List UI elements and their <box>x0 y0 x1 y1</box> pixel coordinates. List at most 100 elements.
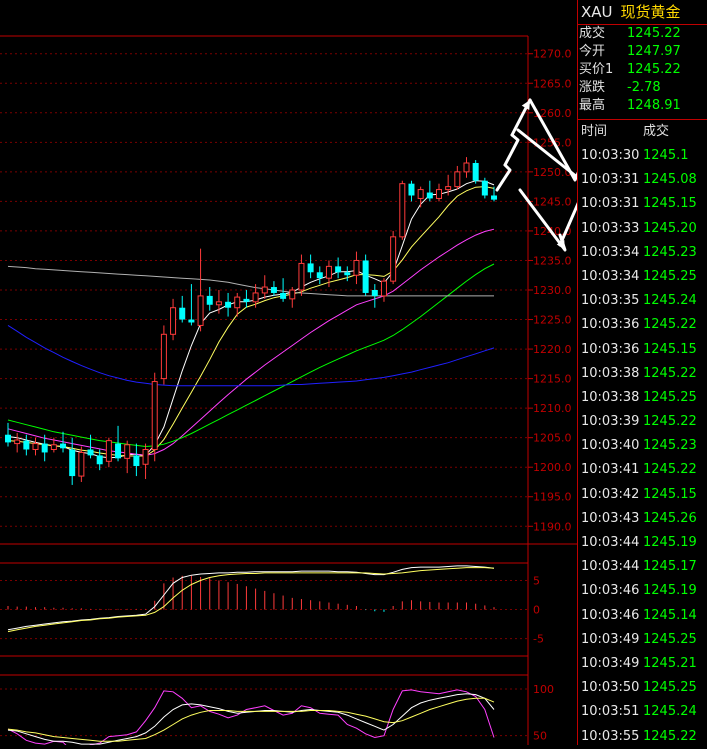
tick-price: 1245.08 <box>643 172 697 188</box>
y-tick-label: 1200.0 <box>533 461 572 474</box>
tick-row: 10:03:39 1245.22 <box>578 410 707 434</box>
tick-row: 10:03:34 1245.25 <box>578 265 707 289</box>
tick-list[interactable]: 10:03:30 1245.1 10:03:31 1245.08 10:03:31 124… <box>578 144 707 749</box>
tick-time: 10:03:36 <box>581 317 640 333</box>
macd-y-tick-label: 0 <box>533 604 540 617</box>
y-tick-label: 1205.0 <box>533 432 572 445</box>
candlestick-series[interactable] <box>5 157 498 485</box>
macd-panel[interactable]: 5 0 -5 <box>0 562 544 657</box>
candle-body <box>78 451 85 477</box>
symbol-code: XAU <box>581 3 613 21</box>
tick-row: 10:03:31 1245.15 <box>578 192 707 216</box>
symbol-name: 现货黄金 <box>620 3 681 21</box>
y-tick-label: 1265.0 <box>533 77 572 90</box>
tick-price: 1245.25 <box>643 680 697 696</box>
tick-row: 10:03:44 1245.19 <box>578 531 707 555</box>
annotation-arrow <box>503 133 520 167</box>
ma-line <box>7 186 495 457</box>
tick-time: 10:03:38 <box>581 389 640 405</box>
tick-row: 10:03:36 1245.22 <box>578 313 707 337</box>
tick-row: 10:03:33 1245.20 <box>578 217 707 241</box>
quote-row-high: 最高 1248.91 <box>579 98 681 113</box>
candle-body <box>115 443 122 459</box>
tick-time: 10:03:44 <box>581 559 640 575</box>
candle-body <box>289 289 296 300</box>
ticks-header: 时间 成交 <box>578 119 707 144</box>
candle-body <box>170 307 177 335</box>
tick-row: 10:03:55 1245.22 <box>578 725 707 749</box>
quote-panel: XAU 现货黄金 成交 1245.22 今开 1247.97 买价1 1245.22 涨… <box>577 0 707 745</box>
macd-y-tick-label: 5 <box>533 574 540 587</box>
macd-line <box>7 567 495 633</box>
tick-price: 1245.22 <box>643 728 697 744</box>
price-axis-labels: 1270.01265.01260.01255.01250.01245.01240… <box>533 48 572 534</box>
tick-time: 10:03:33 <box>581 220 640 236</box>
tick-row: 10:03:38 1245.25 <box>578 386 707 410</box>
macd-y-tick-label: -5 <box>533 633 544 646</box>
candle-body <box>371 290 378 296</box>
tick-row: 10:03:51 1245.24 <box>578 700 707 724</box>
candle-body <box>133 455 140 467</box>
chart-area[interactable]: 1270.01265.01260.01255.01250.01245.01240… <box>0 0 577 745</box>
tick-price: 1245.20 <box>643 220 697 236</box>
candle-body <box>5 434 11 443</box>
candle-body <box>472 163 479 181</box>
candle-body <box>335 266 342 273</box>
tick-price: 1245.22 <box>643 414 697 430</box>
candle-body <box>399 183 406 238</box>
candle-body <box>206 295 213 305</box>
y-tick-label: 1195.0 <box>533 491 572 504</box>
tick-row: 10:03:46 1245.19 <box>578 579 707 603</box>
candle-body <box>445 186 452 191</box>
tick-row: 10:03:35 1245.24 <box>578 289 707 313</box>
quote-row-open: 今开 1247.97 <box>579 44 681 59</box>
tick-price: 1245.25 <box>643 268 697 284</box>
y-tick-label: 1245.0 <box>533 195 572 208</box>
candle-body <box>353 259 360 276</box>
tick-time: 10:03:43 <box>581 510 640 526</box>
tick-price: 1245.22 <box>643 365 697 381</box>
tick-row: 10:03:43 1245.26 <box>578 507 707 531</box>
candle-body <box>261 286 268 294</box>
tick-row: 10:03:31 1245.08 <box>578 168 707 192</box>
candle-body <box>60 443 67 449</box>
tick-time: 10:03:42 <box>581 486 640 502</box>
tick-time: 10:03:51 <box>581 704 640 720</box>
tick-row: 10:03:46 1245.14 <box>578 604 707 628</box>
candle-body <box>96 455 103 465</box>
candle-body <box>270 287 277 293</box>
candle-body <box>197 295 204 326</box>
annotation-arrows <box>495 98 577 252</box>
tick-time: 10:03:34 <box>581 244 640 260</box>
candle-body <box>316 272 323 279</box>
tick-row: 10:03:30 1245.1 <box>578 144 707 168</box>
tick-price: 1245.23 <box>643 244 697 260</box>
ticks-header-time: 时间 <box>581 124 608 139</box>
candle-body <box>124 444 131 459</box>
candle-body <box>491 195 498 200</box>
tick-time: 10:03:31 <box>581 196 640 212</box>
candle-body <box>69 449 76 477</box>
candle-body <box>41 443 48 453</box>
ma-line <box>7 228 495 456</box>
tick-row: 10:03:44 1245.17 <box>578 555 707 579</box>
candle-body <box>105 440 112 462</box>
tick-price: 1245.23 <box>643 438 697 454</box>
y-tick-label: 1220.0 <box>533 343 572 356</box>
ma-line <box>7 324 495 387</box>
kdj-panel[interactable]: 100 50 <box>0 674 554 745</box>
tick-time: 10:03:34 <box>581 268 640 284</box>
tick-time: 10:03:38 <box>581 365 640 381</box>
quote-header: XAU 现货黄金 <box>578 0 707 25</box>
tick-price: 1245.25 <box>643 631 697 647</box>
candle-body <box>417 189 424 199</box>
tick-time: 10:03:31 <box>581 172 640 188</box>
candle-body <box>426 192 433 199</box>
candle-body <box>160 333 167 380</box>
tick-time: 10:03:40 <box>581 438 640 454</box>
y-tick-label: 1210.0 <box>533 402 572 415</box>
tick-time: 10:03:46 <box>581 583 640 599</box>
tick-time: 10:03:50 <box>581 680 640 696</box>
candle-body <box>435 189 442 199</box>
tick-price: 1245.21 <box>643 655 697 671</box>
